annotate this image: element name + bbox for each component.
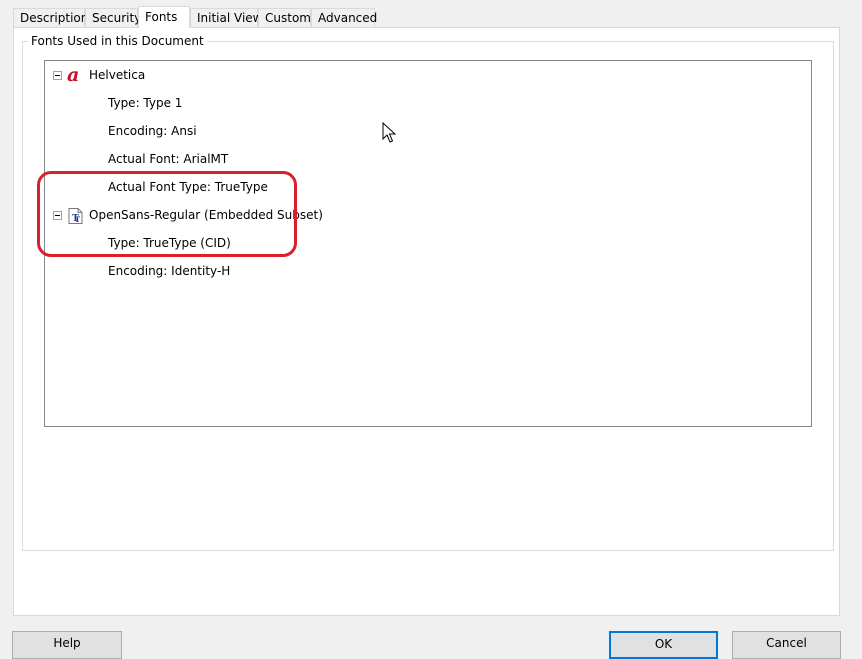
fonts-tab-panel: Fonts Used in this Document a Helvetica … xyxy=(13,27,840,616)
cancel-button[interactable]: Cancel xyxy=(732,631,841,659)
svg-text:T: T xyxy=(75,215,81,224)
tab-fonts[interactable]: Fonts xyxy=(138,6,190,28)
font-property: Encoding: Ansi xyxy=(108,124,197,138)
group-title: Fonts Used in this Document xyxy=(28,34,207,48)
font-property: Actual Font Type: TrueType xyxy=(108,180,268,194)
font-tree-view[interactable]: a Helvetica Type: Type 1 Encoding: Ansi … xyxy=(44,60,812,427)
tab-security[interactable]: Security xyxy=(85,8,141,27)
truetype-font-icon: T T xyxy=(68,208,83,224)
type1-font-icon: a xyxy=(67,64,80,86)
collapse-toggle-icon[interactable] xyxy=(53,211,62,220)
font-property: Type: Type 1 xyxy=(108,96,183,110)
tab-custom[interactable]: Custom xyxy=(258,8,311,27)
help-button[interactable]: Help xyxy=(12,631,122,659)
font-property: Actual Font: ArialMT xyxy=(108,152,229,166)
font-node-helvetica[interactable]: Helvetica xyxy=(89,67,145,83)
tab-advanced[interactable]: Advanced xyxy=(311,8,377,27)
collapse-toggle-icon[interactable] xyxy=(53,71,62,80)
tab-initial-view[interactable]: Initial View xyxy=(190,8,263,27)
mouse-cursor-icon xyxy=(382,122,396,143)
ok-button[interactable]: OK xyxy=(609,631,718,659)
fonts-group-box: Fonts Used in this Document a Helvetica … xyxy=(22,34,834,551)
font-property: Type: TrueType (CID) xyxy=(108,236,231,250)
font-node-opensans[interactable]: OpenSans-Regular (Embedded Subset) xyxy=(89,207,323,223)
tab-description[interactable]: Description xyxy=(13,8,88,27)
font-property: Encoding: Identity-H xyxy=(108,264,231,278)
